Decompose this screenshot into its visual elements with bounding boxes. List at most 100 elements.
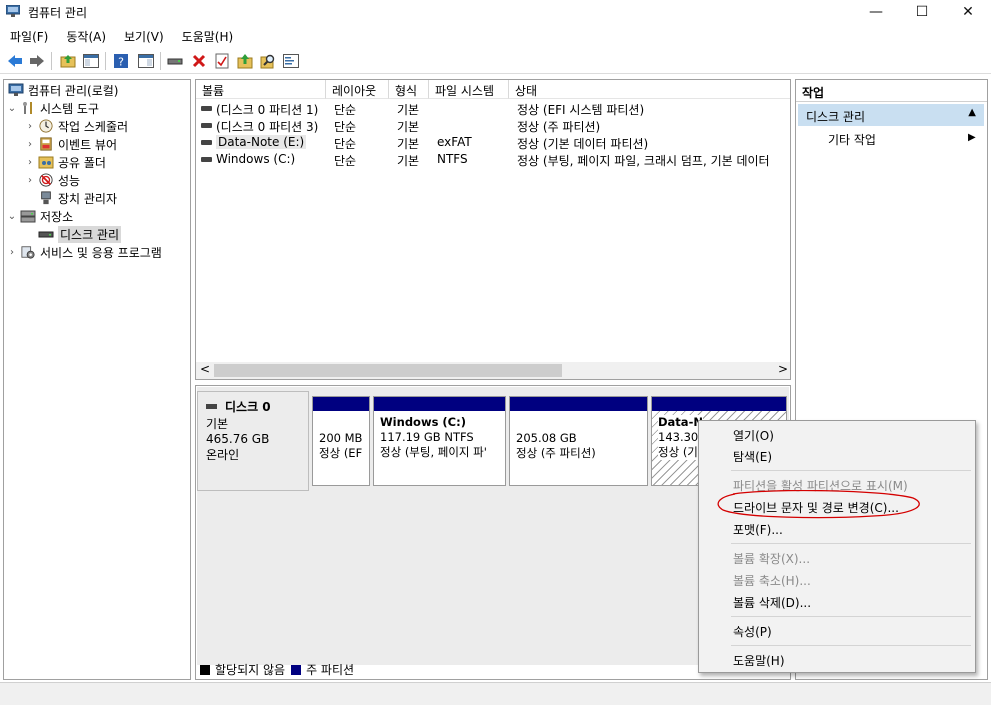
back-button[interactable]	[5, 51, 25, 71]
volume-name: Data-Note (E:)	[216, 135, 307, 149]
menu-item-shrink-volume[interactable]: 볼륨 축소(H)...	[733, 572, 811, 589]
scrollbar-thumb[interactable]	[214, 364, 562, 377]
tree-event-viewer[interactable]: › 이벤트 뷰어	[24, 135, 117, 153]
volume-name: (디스크 0 파티션 3)	[216, 120, 319, 134]
disk-drive-icon	[38, 231, 54, 238]
table-row[interactable]: Windows (C:) 단순 기본 NTFS 정상 (부팅, 페이지 파일, …	[196, 151, 790, 168]
partition-primary[interactable]: 205.08 GB 정상 (주 파티션)	[509, 396, 648, 486]
menu-item-change-drive-letter[interactable]: 드라이브 문자 및 경로 변경(C)...	[733, 499, 899, 516]
show-hide-tree-button[interactable]	[81, 51, 101, 71]
tree-services-label: 서비스 및 응용 프로그램	[40, 245, 162, 260]
volume-fs: NTFS	[437, 152, 468, 166]
scroll-left-icon[interactable]: <	[200, 362, 210, 376]
table-row[interactable]: (디스크 0 파티션 1) 단순 기본 정상 (EFI 시스템 파티션)	[196, 100, 790, 117]
menu-item-open[interactable]: 열기(O)	[733, 427, 774, 444]
volume-type: 기본	[397, 103, 420, 117]
tree-shared-folders-label: 공유 폴더	[58, 155, 106, 170]
up-one-level-button[interactable]	[58, 51, 78, 71]
connect-drive-icon	[167, 58, 183, 65]
partition-windows[interactable]: Windows (C:) 117.19 GB NTFS 정상 (부팅, 페이지 …	[373, 396, 506, 486]
actions-section-disk-management[interactable]: 디스크 관리 ▲	[798, 104, 984, 126]
partition-size: 200 MB	[319, 431, 363, 445]
partition-size: 205.08 GB	[516, 431, 577, 445]
column-header-type[interactable]: 형식	[389, 80, 429, 99]
minimize-button[interactable]: —	[853, 0, 899, 24]
menu-action[interactable]: 동작(A)	[56, 25, 114, 47]
tree-services[interactable]: › 서비스 및 응용 프로그램	[6, 243, 162, 261]
horizontal-scrollbar[interactable]: < >	[196, 362, 790, 379]
close-icon: ✕	[962, 4, 974, 20]
delete-icon	[192, 54, 206, 68]
volume-type: 기본	[397, 120, 420, 134]
minimize-icon: —	[869, 4, 883, 20]
collapse-up-icon[interactable]: ▲	[968, 107, 976, 118]
tree-system-tools[interactable]: ⌄ 시스템 도구	[6, 99, 99, 117]
legend-swatch-unallocated	[200, 664, 210, 675]
table-row[interactable]: Data-Note (E:) 단순 기본 exFAT 정상 (기본 데이터 파티…	[196, 134, 790, 151]
table-row[interactable]: (디스크 0 파티션 3) 단순 기본 정상 (주 파티션)	[196, 117, 790, 134]
disk-info[interactable]: 디스크 0 기본 465.76 GB 온라인	[197, 391, 309, 491]
chevron-down-icon[interactable]: ⌄	[6, 211, 18, 222]
help-button[interactable]: ?	[111, 51, 131, 71]
legend-label: 할당되지 않음	[215, 663, 286, 677]
event-viewer-icon	[40, 137, 52, 151]
column-header-volume[interactable]: 볼륨	[196, 80, 326, 99]
properties-button[interactable]	[212, 51, 232, 71]
close-button[interactable]: ✕	[945, 0, 991, 24]
forward-button[interactable]	[27, 51, 47, 71]
disk-state: 온라인	[206, 448, 240, 462]
volume-layout: 단순	[334, 154, 357, 168]
search-button[interactable]	[258, 51, 278, 71]
context-menu: 열기(O) 탐색(E) 파티션을 활성 파티션으로 표시(M) 드라이브 문자 …	[698, 420, 976, 673]
chevron-down-icon[interactable]: ⌄	[6, 103, 18, 114]
storage-icon	[20, 210, 36, 223]
partition-status: 정상 (주 파티션)	[516, 446, 596, 460]
menu-item-properties[interactable]: 속성(P)	[733, 623, 772, 640]
volume-status: 정상 (기본 데이터 파티션)	[517, 137, 649, 151]
legend-label: 주 파티션	[306, 663, 355, 677]
more-actions[interactable]: 기타 작업	[828, 131, 876, 148]
chevron-right-icon[interactable]: ›	[24, 121, 36, 132]
menu-item-help[interactable]: 도움말(H)	[733, 652, 785, 669]
tree-storage[interactable]: ⌄ 저장소	[6, 207, 73, 225]
chevron-right-icon[interactable]: ›	[24, 157, 36, 168]
menu-view[interactable]: 보기(V)	[114, 25, 172, 47]
more-actions-label: 기타 작업	[828, 133, 876, 147]
chevron-right-icon[interactable]: ›	[24, 175, 36, 186]
shared-folder-icon	[38, 156, 54, 169]
menu-item-mark-active[interactable]: 파티션을 활성 파티션으로 표시(M)	[733, 477, 908, 494]
properties-icon	[215, 53, 229, 69]
actions-header: 작업	[796, 80, 987, 102]
column-header-status[interactable]: 상태	[509, 80, 790, 99]
toolbar: ?	[0, 48, 991, 74]
volume-type: 기본	[397, 154, 420, 168]
show-action-pane-button[interactable]	[136, 51, 156, 71]
disk-drive-icon	[206, 404, 217, 409]
folder-up-button[interactable]	[235, 51, 255, 71]
maximize-button[interactable]: ☐	[899, 0, 945, 24]
tree-shared-folders[interactable]: › 공유 폴더	[24, 153, 106, 171]
menu-item-extend-volume[interactable]: 볼륨 확장(X)...	[733, 550, 810, 567]
menu-item-delete-volume[interactable]: 볼륨 삭제(D)...	[733, 594, 811, 611]
chevron-right-icon[interactable]: ›	[24, 139, 36, 150]
tree-device-manager[interactable]: 장치 관리자	[36, 189, 117, 207]
chevron-right-icon[interactable]: ›	[6, 247, 18, 258]
menu-help[interactable]: 도움말(H)	[172, 25, 242, 47]
menu-file[interactable]: 파일(F)	[0, 25, 56, 47]
tree-disk-management[interactable]: 디스크 관리	[36, 225, 122, 243]
scroll-right-icon[interactable]: >	[778, 362, 788, 376]
volume-list: 볼륨 레이아웃 형식 파일 시스템 상태 (디스크 0 파티션 1) 단순 기본…	[195, 79, 791, 380]
partition-efi[interactable]: 200 MB 정상 (EF	[312, 396, 370, 486]
menu-item-explore[interactable]: 탐색(E)	[733, 448, 772, 465]
tree-task-scheduler[interactable]: › 작업 스케줄러	[24, 117, 128, 135]
menu-item-format[interactable]: 포맷(F)...	[733, 521, 783, 538]
delete-button[interactable]	[189, 51, 209, 71]
console-tree-icon	[83, 54, 99, 68]
tree-root[interactable]: 컴퓨터 관리(로컬)	[6, 81, 118, 99]
connect-drive-button[interactable]	[166, 51, 186, 71]
column-header-filesystem[interactable]: 파일 시스템	[429, 80, 509, 99]
column-header-layout[interactable]: 레이아웃	[326, 80, 389, 99]
rescan-button[interactable]	[281, 51, 301, 71]
disk-name: 디스크 0	[225, 400, 271, 414]
tree-performance[interactable]: › 성능	[24, 171, 80, 189]
